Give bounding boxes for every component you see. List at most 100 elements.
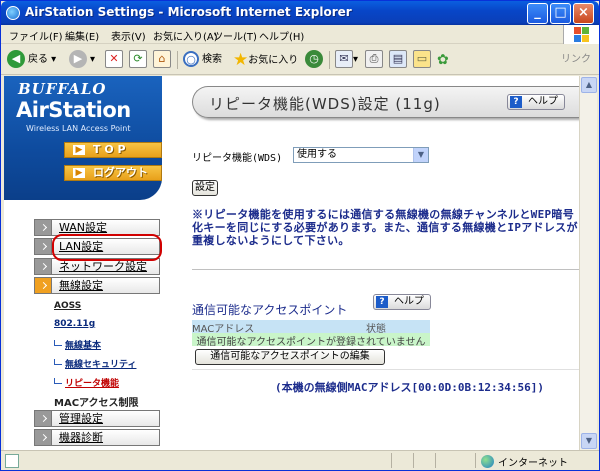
vertical-scrollbar[interactable]: ▲ ▼: [579, 76, 597, 450]
maximize-button[interactable]: □: [550, 3, 571, 24]
chevron-right-icon: [34, 429, 52, 446]
chevron-down-icon: ▼: [413, 148, 428, 162]
security-zone: インターネット: [481, 454, 568, 469]
nav-mac-limit[interactable]: MACアクセス制限: [54, 394, 139, 409]
home-button[interactable]: ⌂: [153, 49, 171, 71]
home-icon: ⌂: [153, 50, 171, 68]
ap-section-title: 通信可能なアクセスポイント: [192, 303, 348, 317]
page-icon: [5, 454, 19, 468]
help-icon: ?: [510, 96, 522, 108]
menu-favorites[interactable]: お気に入り(A): [153, 28, 218, 43]
title-bar: AirStation Settings - Microsoft Internet…: [1, 1, 599, 25]
help-icon: ?: [376, 296, 388, 308]
edit-icon: ▤: [389, 50, 407, 68]
nav-wireless-basic[interactable]: 無線基本: [54, 338, 101, 351]
scroll-up-icon[interactable]: ▲: [581, 77, 597, 93]
forward-button[interactable]: ▶ ▾: [69, 49, 95, 71]
windows-logo-icon: [563, 25, 599, 44]
forward-arrow-icon: ▶: [69, 50, 87, 68]
edit-ap-button[interactable]: 通信可能なアクセスポイントの編集: [195, 349, 385, 365]
browser-window: AirStation Settings - Microsoft Internet…: [0, 0, 600, 471]
nav-80211g[interactable]: 802.11g: [54, 319, 95, 329]
nav-aoss[interactable]: AOSS: [54, 301, 81, 311]
help-button[interactable]: ? ヘルプ: [507, 94, 565, 110]
ie-icon: [6, 6, 20, 20]
tree-branch-icon: [54, 378, 62, 384]
scroll-down-icon[interactable]: ▼: [581, 433, 597, 449]
repeater-label: リピータ機能(WDS): [192, 153, 283, 164]
back-button[interactable]: ◀ 戻る ▾: [7, 49, 56, 71]
main-panel: リピータ機能(WDS)設定 (11g) ? ヘルプ リピータ機能(WDS) 使用す…: [164, 76, 579, 450]
logout-button[interactable]: ▶ ログアウト: [64, 165, 162, 181]
menu-file[interactable]: ファイル(F): [9, 28, 63, 43]
history-button[interactable]: ◷: [305, 49, 326, 71]
menu-tools[interactable]: ツール(T): [213, 28, 257, 43]
mac-address-info: (本機の無線側MACアドレス[00:0D:0B:12:34:56]): [275, 381, 544, 394]
arrow-right-icon: ▶: [73, 145, 85, 155]
search-button[interactable]: ○ 検索: [183, 49, 222, 71]
top-button[interactable]: ▶ T O P: [64, 142, 162, 158]
nav-diagnostics[interactable]: 機器診断: [34, 429, 160, 446]
back-arrow-icon: ◀: [7, 50, 25, 68]
chevron-right-icon: [34, 238, 52, 255]
toolbar: ◀ 戻る ▾ ▶ ▾ ✕ ⟳ ⌂ ○ 検索 ★お気に入り ◷ ✉ ▾ ⎙ ▤ ▭…: [1, 45, 599, 75]
brand-panel: BUFFALO AirStation Wireless LAN Access P…: [4, 76, 162, 200]
messenger-button[interactable]: ✿: [437, 49, 449, 71]
chevron-right-icon: [34, 258, 52, 275]
note-icon: ▭: [413, 50, 431, 68]
buffalo-logo: BUFFALO: [18, 80, 107, 98]
stop-icon: ✕: [105, 50, 123, 68]
links-label[interactable]: リンク: [561, 49, 591, 71]
ap-table: MACアドレス 状態 通信可能なアクセスポイントが登録されていません: [192, 320, 430, 348]
star-icon: ★: [233, 50, 249, 70]
print-button[interactable]: ⎙: [365, 49, 383, 71]
notice-text: ※リピータ機能を使用するには通信する無線機の無線チャンネルとWEP暗号化キーを同…: [192, 208, 578, 247]
printer-icon: ⎙: [365, 50, 383, 68]
messenger-icon: ✿: [437, 52, 449, 68]
mail-button[interactable]: ✉ ▾: [335, 49, 358, 71]
minimize-button[interactable]: _: [527, 3, 548, 24]
arrow-right-icon: ▶: [73, 168, 85, 178]
refresh-icon: ⟳: [129, 50, 147, 68]
status-bar: インターネット: [1, 450, 599, 470]
tree-branch-icon: [54, 359, 62, 365]
col-mac: MACアドレス: [192, 324, 255, 335]
page-title: リピータ機能(WDS)設定 (11g): [209, 95, 441, 113]
sidebar: BUFFALO AirStation Wireless LAN Access P…: [4, 76, 164, 450]
menu-view[interactable]: 表示(V): [111, 28, 146, 43]
mail-icon: ✉: [335, 50, 353, 68]
chevron-right-icon: [34, 410, 52, 427]
edit-button[interactable]: ▤: [389, 49, 407, 71]
apply-button[interactable]: 設定: [192, 180, 218, 196]
window-title: AirStation Settings - Microsoft Internet…: [25, 5, 352, 19]
history-icon: ◷: [305, 50, 323, 68]
globe-icon: [481, 455, 494, 468]
search-icon: ○: [183, 51, 199, 67]
lan-highlight-annotation: [52, 234, 162, 261]
page-header: リピータ機能(WDS)設定 (11g) ? ヘルプ: [192, 86, 579, 118]
ap-table-header: MACアドレス 状態: [192, 320, 430, 335]
discuss-button[interactable]: ▭: [413, 49, 431, 71]
divider: [192, 269, 579, 270]
col-state: 状態: [366, 324, 386, 335]
chevron-right-icon: [34, 219, 52, 236]
airstation-logo: AirStation: [16, 98, 131, 122]
nav-admin[interactable]: 管理設定: [34, 410, 160, 427]
close-button[interactable]: ×: [573, 3, 594, 24]
nav-wireless-security[interactable]: 無線セキュリティ: [54, 357, 136, 370]
refresh-button[interactable]: ⟳: [129, 49, 147, 71]
chevron-right-icon: [34, 277, 52, 294]
nav-wireless[interactable]: 無線設定: [34, 277, 160, 294]
menu-help[interactable]: ヘルプ(H): [259, 28, 304, 43]
stop-button[interactable]: ✕: [105, 49, 123, 71]
menu-bar: ファイル(F) 編集(E) 表示(V) お気に入り(A) ツール(T) ヘルプ(…: [1, 25, 599, 44]
ap-help-button[interactable]: ? ヘルプ: [373, 294, 431, 310]
divider: [192, 369, 579, 370]
page-content: BUFFALO AirStation Wireless LAN Access P…: [4, 76, 579, 450]
tree-branch-icon: [54, 340, 62, 346]
repeater-select[interactable]: 使用する ▼: [293, 147, 429, 163]
nav-repeater[interactable]: リピータ機能: [54, 376, 119, 389]
brand-tagline: Wireless LAN Access Point: [26, 124, 131, 133]
favorites-button[interactable]: ★お気に入り: [233, 49, 298, 71]
menu-edit[interactable]: 編集(E): [65, 28, 99, 43]
